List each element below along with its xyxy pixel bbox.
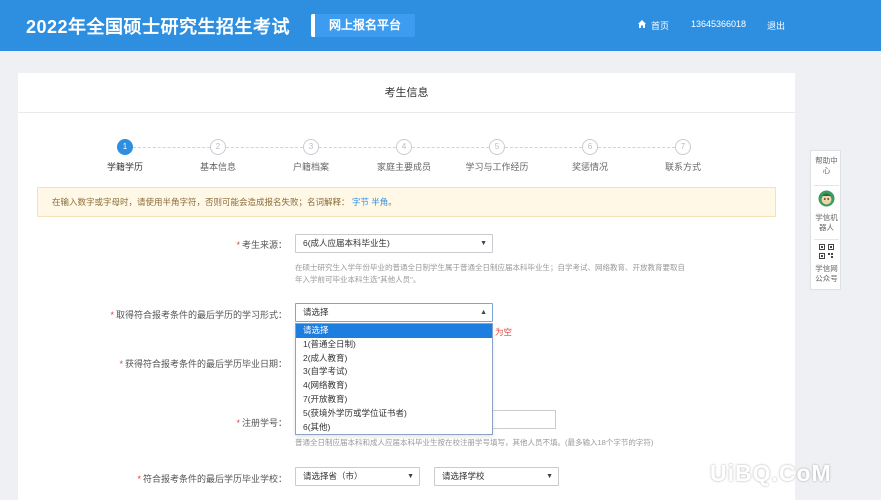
robot-button[interactable]: 学信机器人	[811, 213, 842, 233]
chevron-down-icon: ▼	[480, 240, 487, 247]
grad-date-label: * 获得符合报考条件的最后学历毕业日期：	[119, 359, 287, 369]
source-select[interactable]: 6(成人应届本科毕业生) ▼	[295, 234, 493, 253]
step-4-label[interactable]: 家庭主要成员	[359, 160, 449, 173]
study-form-select[interactable]: 请选择 ▲	[295, 303, 493, 322]
help-center-button[interactable]: 帮助中心	[811, 156, 842, 176]
dropdown-option[interactable]: 1(普通全日制)	[296, 338, 492, 352]
province-select[interactable]: 请选择省（市） ▼	[295, 467, 420, 486]
study-form-dropdown: 请选择 1(普通全日制) 2(成人教育) 3(自学考试) 4(网络教育) 7(开…	[295, 323, 493, 435]
step-5-circle[interactable]: 5	[489, 139, 505, 155]
dropdown-option[interactable]: 2(成人教育)	[296, 352, 492, 366]
source-help: 在硕士研究生入学年份毕业的普通全日制学生属于普通全日制应届本科毕业生；自学考试、…	[295, 263, 685, 284]
student-info-card: 考生信息	[18, 73, 795, 500]
step-2-circle[interactable]: 2	[210, 139, 226, 155]
platform-badge: 网上报名平台	[311, 14, 416, 37]
dropdown-option[interactable]: 4(网络教育)	[296, 379, 492, 393]
dropdown-option[interactable]: 5(获境外学历或学位证书者)	[296, 407, 492, 421]
step-connector	[412, 147, 489, 148]
top-header: 2022年全国硕士研究生招生考试 网上报名平台 首页 13645366018 退…	[0, 0, 881, 51]
reg-no-input[interactable]	[490, 410, 556, 429]
step-connector	[598, 147, 675, 148]
school-select[interactable]: 请选择学校 ▼	[434, 467, 559, 486]
user-phone: 13645366018	[691, 19, 747, 29]
wechat-account-button[interactable]: 学信网公众号	[811, 264, 842, 284]
home-icon	[638, 20, 646, 28]
card-title: 考生信息	[18, 73, 795, 113]
step-7-circle[interactable]: 7	[675, 139, 691, 155]
byte-link[interactable]: 字节	[352, 197, 369, 207]
halfwidth-notice: 在输入数字或字母时，请使用半角字符，否则可能会造成报名失败；名词解释： 字节 半…	[37, 187, 776, 217]
source-label: * 考生来源：	[236, 240, 287, 250]
qr-code-icon	[819, 244, 834, 259]
dropdown-option[interactable]: 3(自学考试)	[296, 365, 492, 379]
step-1-label[interactable]: 学籍学历	[80, 160, 170, 173]
dropdown-option[interactable]: 7(开放教育)	[296, 393, 492, 407]
school-label: * 符合报考条件的最后学历毕业学校：	[137, 474, 287, 484]
step-6-label[interactable]: 奖惩情况	[545, 160, 635, 173]
watermark: UiBQ.CoM	[710, 460, 832, 486]
home-link[interactable]: 首页	[651, 19, 669, 32]
logout-link[interactable]: 退出	[767, 19, 785, 32]
notice-text: 在输入数字或字母时，请使用半角字符，否则可能会造成报名失败；名词解释：	[52, 197, 350, 207]
step-3-circle[interactable]: 3	[303, 139, 319, 155]
dropdown-option[interactable]: 6(其他)	[296, 421, 492, 435]
study-form-error: 为空	[495, 327, 513, 337]
study-form-label: * 取得符合报考条件的最后学历的学习形式：	[110, 310, 287, 320]
step-6-circle[interactable]: 6	[582, 139, 598, 155]
reg-no-label: * 注册学号：	[236, 418, 287, 428]
step-4-circle[interactable]: 4	[396, 139, 412, 155]
step-connector	[133, 147, 215, 148]
chevron-down-icon: ▼	[546, 473, 553, 480]
step-3-label[interactable]: 户籍档案	[266, 160, 356, 173]
chevron-down-icon: ▼	[407, 473, 414, 480]
chevron-down-icon: ▲	[480, 309, 487, 316]
floating-sidebar: 帮助中心 学信机器人 学信网公众号	[810, 150, 841, 290]
notice-end: 。	[388, 197, 397, 207]
site-title: 2022年全国硕士研究生招生考试	[26, 17, 291, 37]
step-1-circle[interactable]: 1	[117, 139, 133, 155]
halfwidth-link[interactable]: 半角	[371, 197, 388, 207]
dropdown-option[interactable]: 请选择	[296, 324, 492, 338]
robot-avatar-icon	[818, 190, 835, 207]
step-connector	[226, 147, 303, 148]
step-connector	[319, 147, 396, 148]
step-5-label[interactable]: 学习与工作经历	[452, 160, 542, 173]
step-7-label[interactable]: 联系方式	[638, 160, 728, 173]
reg-no-help: 普通全日制应届本科和成人应届本科毕业生按在校注册学号填写，其他人员不填。(最多输…	[295, 438, 654, 447]
step-connector	[505, 147, 582, 148]
step-2-label[interactable]: 基本信息	[173, 160, 263, 173]
